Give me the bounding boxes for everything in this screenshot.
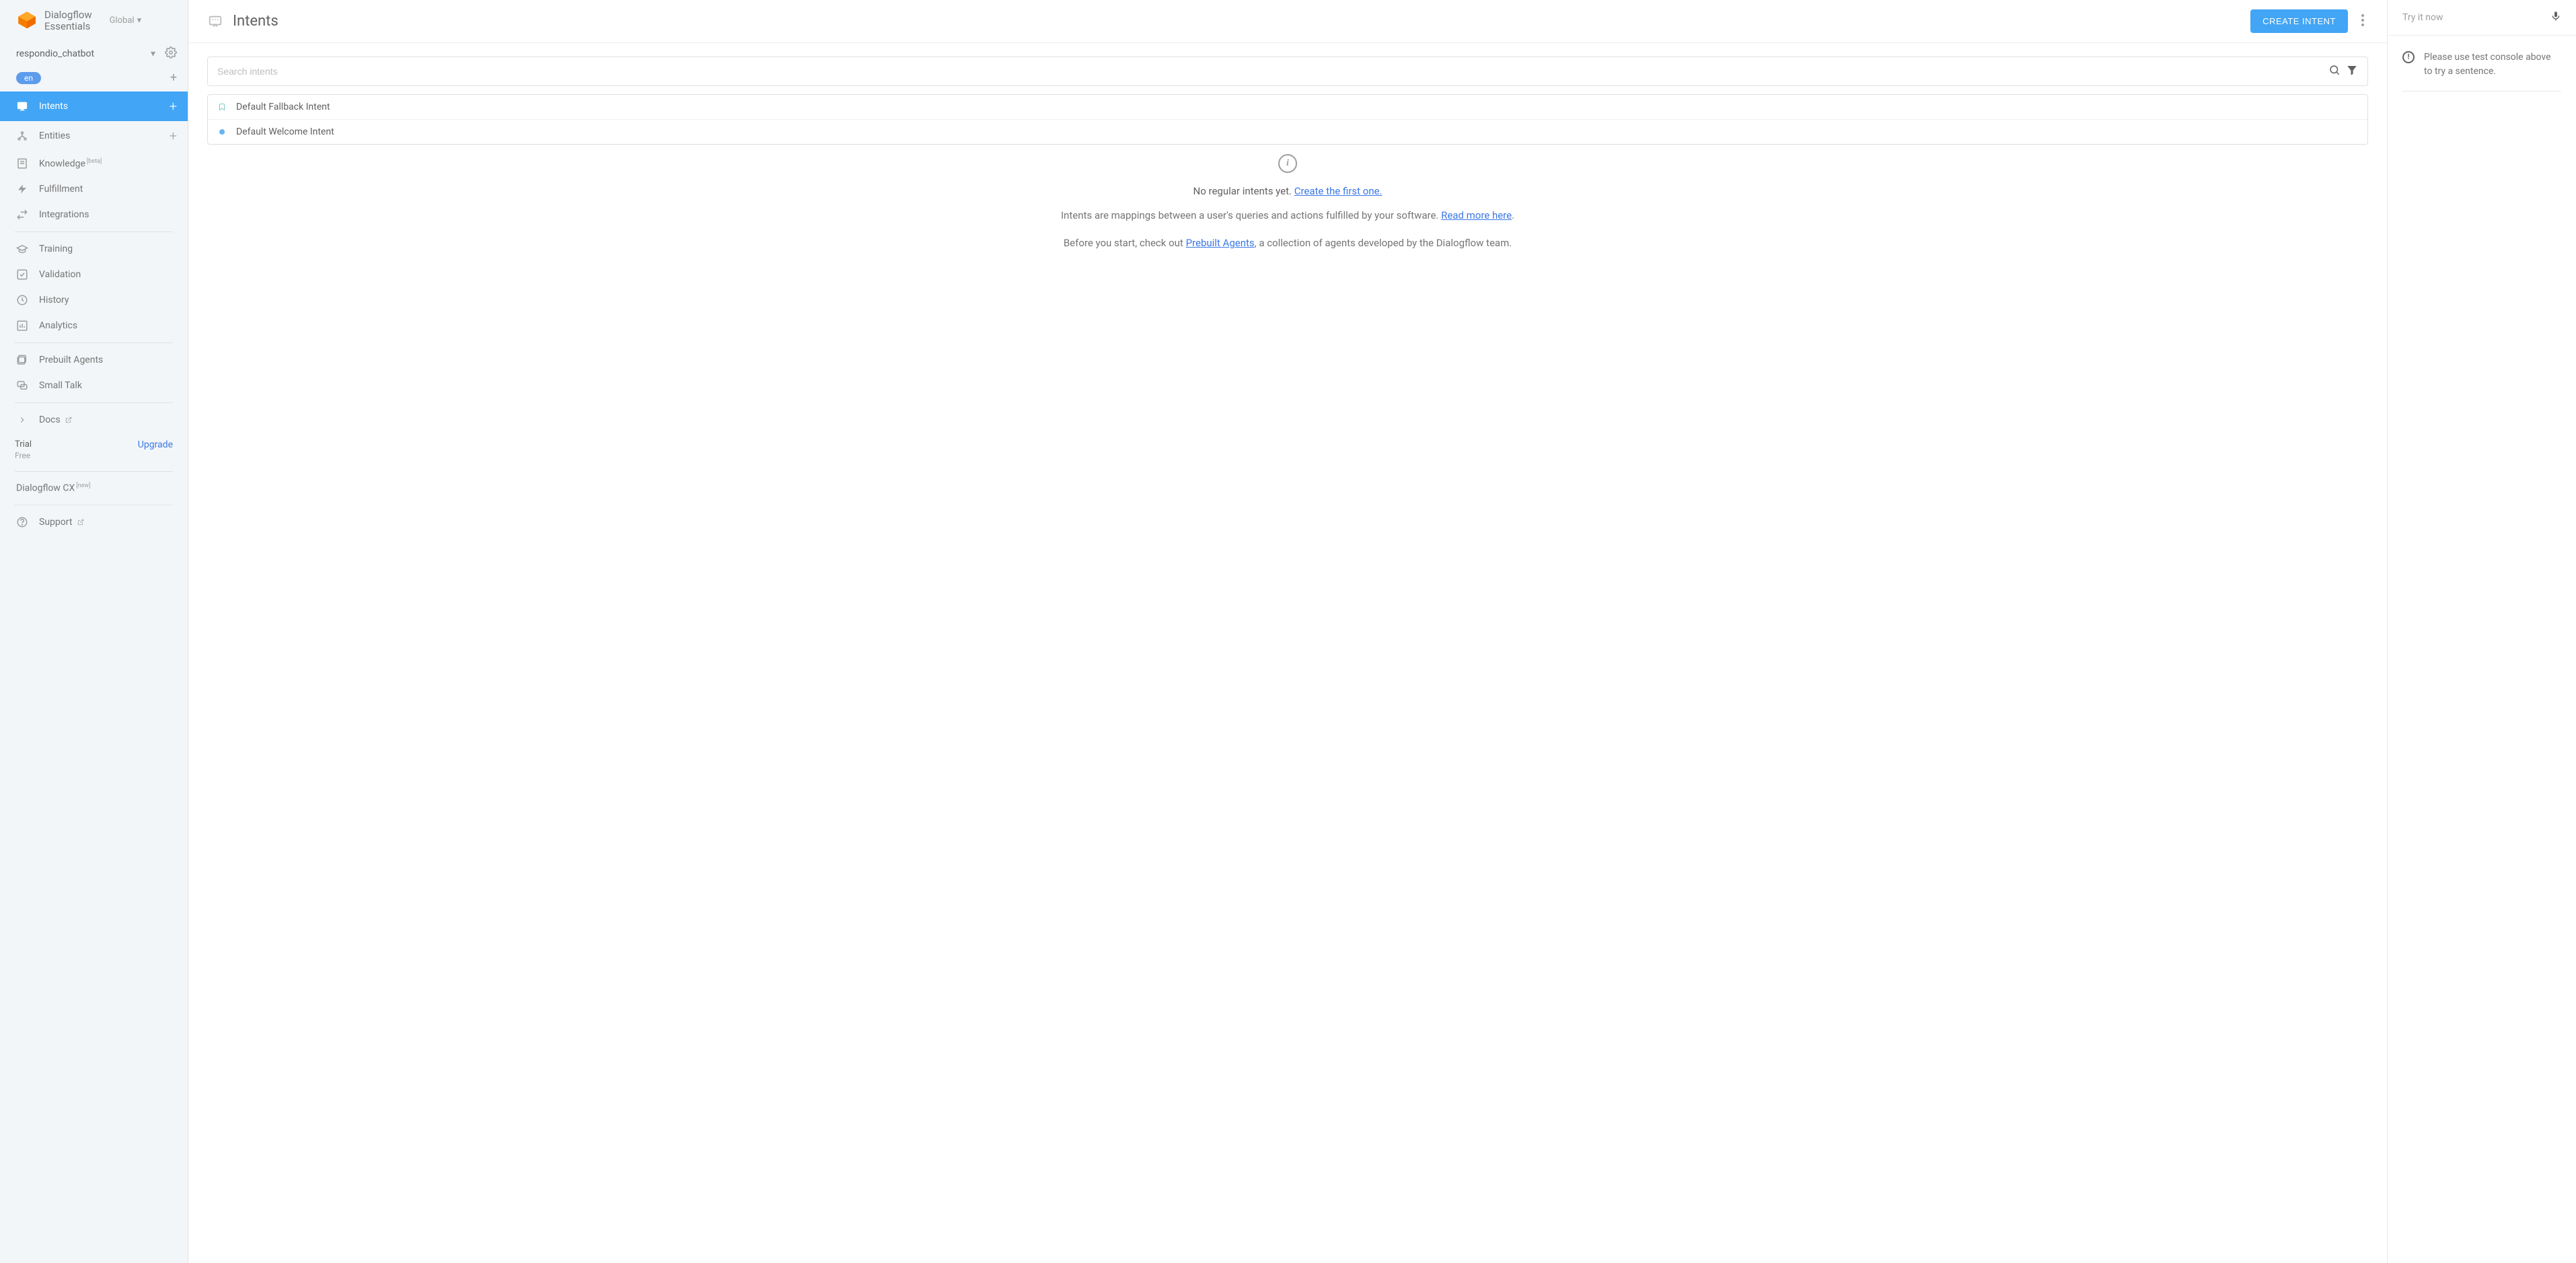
divider xyxy=(15,471,173,472)
info-icon: i xyxy=(1278,154,1297,173)
microphone-icon[interactable] xyxy=(2550,9,2561,26)
try-it-input[interactable]: Try it now xyxy=(2402,12,2544,23)
sidebar-item-label: Intents xyxy=(39,101,159,112)
sidebar-item-entities[interactable]: Entities + xyxy=(0,121,188,151)
sidebar-item-label: Fulfillment xyxy=(39,184,177,194)
support-icon xyxy=(16,516,28,528)
logo-row: Dialogflow Essentials Global ▾ xyxy=(0,0,188,41)
gear-icon[interactable] xyxy=(165,46,177,61)
main-header: Intents CREATE INTENT xyxy=(188,0,2387,43)
trial-title: Trial xyxy=(15,439,32,449)
intent-list: Default Fallback Intent Default Welcome … xyxy=(207,94,2368,145)
sidebar-item-label: Docs xyxy=(39,414,177,425)
external-link-icon xyxy=(65,417,72,423)
page-title: Intents xyxy=(233,13,2241,30)
sidebar-item-label: Prebuilt Agents xyxy=(39,355,177,365)
sidebar-item-analytics[interactable]: Analytics xyxy=(0,313,188,338)
divider xyxy=(15,402,173,403)
search-box xyxy=(207,57,2368,86)
intents-page-icon xyxy=(207,13,223,30)
caret-down-icon: ▾ xyxy=(137,15,142,26)
sidebar-item-docs[interactable]: Docs xyxy=(0,407,188,433)
sidebar-item-label: Knowledge[beta] xyxy=(39,158,177,170)
sidebar-item-intents[interactable]: Intents + xyxy=(0,92,188,121)
bookmark-icon xyxy=(217,102,227,112)
sidebar-item-label: History xyxy=(39,295,177,305)
sidebar-item-validation[interactable]: Validation xyxy=(0,262,188,287)
agent-dropdown-caret-icon[interactable]: ▾ xyxy=(151,48,155,59)
read-more-link[interactable]: Read more here xyxy=(1441,209,1512,221)
sidebar-item-prebuilt-agents[interactable]: Prebuilt Agents xyxy=(0,347,188,373)
more-menu-icon[interactable] xyxy=(2357,14,2368,29)
sidebar-item-label: Analytics xyxy=(39,320,177,331)
upgrade-link[interactable]: Upgrade xyxy=(138,439,173,450)
entities-icon xyxy=(16,130,28,142)
sidebar-item-knowledge[interactable]: Knowledge[beta] xyxy=(0,151,188,176)
empty-paragraph-2: Before you start, check out Prebuilt Age… xyxy=(261,236,2314,251)
language-badge[interactable]: en xyxy=(16,72,41,84)
sidebar-item-integrations[interactable]: Integrations xyxy=(0,202,188,227)
search-icon[interactable] xyxy=(2328,64,2341,79)
small-talk-icon xyxy=(16,380,28,392)
trial-block: Trial Free Upgrade xyxy=(0,433,188,467)
sidebar-item-small-talk[interactable]: Small Talk xyxy=(0,373,188,398)
prebuilt-agents-link[interactable]: Prebuilt Agents xyxy=(1186,237,1255,249)
add-entity-icon[interactable]: + xyxy=(170,128,177,144)
intent-name: Default Fallback Intent xyxy=(236,102,330,112)
create-first-link[interactable]: Create the first one. xyxy=(1294,185,1383,197)
filter-icon[interactable] xyxy=(2346,64,2358,79)
test-header: Try it now xyxy=(2388,0,2576,36)
language-row: en + xyxy=(0,67,188,92)
sidebar-item-label: Small Talk xyxy=(39,380,177,391)
sidebar-item-label: Validation xyxy=(39,269,177,280)
test-info: ! Please use test console above to try a… xyxy=(2402,50,2561,79)
sidebar-item-label: Dialogflow CX[new] xyxy=(16,482,177,494)
search-input[interactable] xyxy=(217,61,2323,82)
agent-selector-row: respondio_chatbot ▾ xyxy=(0,41,188,67)
sidebar-item-label: Support xyxy=(39,517,177,528)
sidebar-item-label: Integrations xyxy=(39,209,177,220)
sidebar-item-history[interactable]: History xyxy=(0,287,188,313)
empty-paragraph-1: Intents are mappings between a user's qu… xyxy=(261,208,2314,223)
sidebar-item-label: Entities xyxy=(39,131,159,141)
sidebar-item-label: Training xyxy=(39,244,177,254)
chevron-right-icon xyxy=(16,414,28,426)
create-intent-button[interactable]: CREATE INTENT xyxy=(2250,9,2348,33)
info-icon: ! xyxy=(2402,51,2415,63)
divider xyxy=(15,342,173,343)
test-panel: Try it now ! Please use test console abo… xyxy=(2388,0,2576,1263)
empty-heading: No regular intents yet. Create the first… xyxy=(261,185,2314,197)
add-language-button[interactable]: + xyxy=(170,71,177,85)
sidebar-item-dialogflow-cx[interactable]: Dialogflow CX[new] xyxy=(0,476,188,501)
training-icon xyxy=(16,243,28,255)
knowledge-icon xyxy=(16,157,28,170)
dot-icon xyxy=(219,129,225,135)
history-icon xyxy=(16,294,28,306)
fulfillment-icon xyxy=(16,183,28,195)
global-region-dropdown[interactable]: Global ▾ xyxy=(110,15,142,26)
dialogflow-logo-icon xyxy=(16,10,38,32)
agent-name[interactable]: respondio_chatbot xyxy=(16,48,151,59)
external-link-icon xyxy=(77,519,84,526)
intents-icon xyxy=(16,100,28,112)
sidebar-item-fulfillment[interactable]: Fulfillment xyxy=(0,176,188,202)
prebuilt-agents-icon xyxy=(16,354,28,366)
integrations-icon xyxy=(16,209,28,221)
validation-icon xyxy=(16,268,28,281)
empty-state: i No regular intents yet. Create the fir… xyxy=(207,145,2368,273)
analytics-icon xyxy=(16,320,28,332)
divider xyxy=(2402,91,2561,92)
add-intent-icon[interactable]: + xyxy=(170,98,177,114)
main-panel: Intents CREATE INTENT xyxy=(188,0,2388,1263)
sidebar-item-training[interactable]: Training xyxy=(0,236,188,262)
intent-row-fallback[interactable]: Default Fallback Intent xyxy=(208,95,2367,120)
product-name: Dialogflow Essentials xyxy=(44,9,92,32)
sidebar-item-support[interactable]: Support xyxy=(0,509,188,535)
divider xyxy=(15,231,173,232)
intent-row-welcome[interactable]: Default Welcome Intent xyxy=(208,120,2367,144)
sidebar: Dialogflow Essentials Global ▾ respondio… xyxy=(0,0,188,1263)
intent-name: Default Welcome Intent xyxy=(236,127,334,137)
trial-subtitle: Free xyxy=(15,451,32,460)
test-info-text: Please use test console above to try a s… xyxy=(2424,50,2561,79)
